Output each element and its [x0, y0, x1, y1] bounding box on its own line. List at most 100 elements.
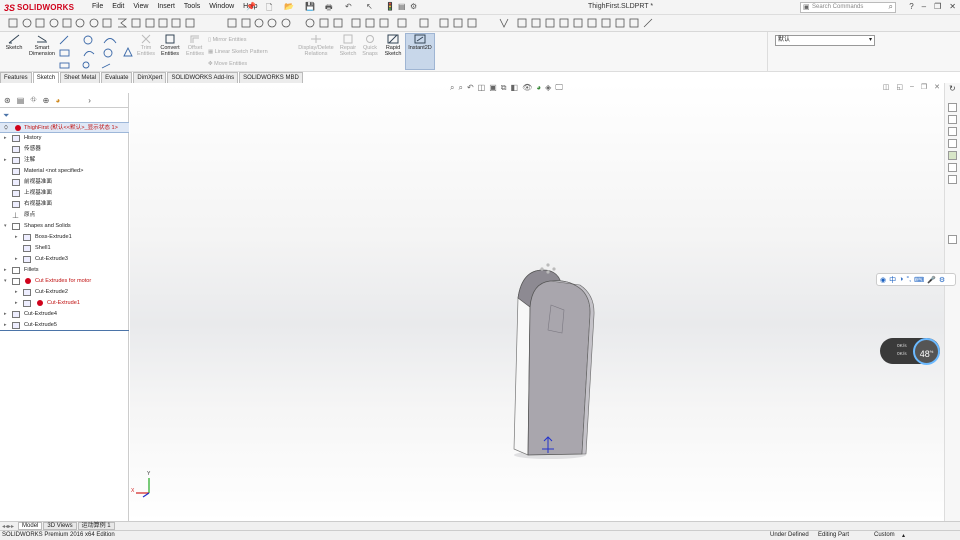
sketch-button[interactable]: Sketch: [3, 34, 25, 51]
dimxpert-manager-icon[interactable]: ⊕: [43, 96, 50, 105]
tree-item-front-plane[interactable]: 前视基准面: [0, 177, 129, 188]
expand-arrow-icon[interactable]: ▸: [4, 155, 7, 166]
select-icon[interactable]: ↖: [366, 2, 373, 12]
new-document-icon[interactable]: 🗋: [266, 2, 272, 12]
tab-dimxpert[interactable]: DimXpert: [133, 72, 167, 83]
graphics-area[interactable]: ⌕ ⌕ ↶ ◫ ▣ ⧉ ◧ 👁 ◕ ◈ 🖵 ◫ ◱ – ❐ ✕ Y X: [130, 83, 944, 521]
expand-arrow-icon[interactable]: ▸: [4, 265, 7, 276]
expand-arrow-icon[interactable]: ▸: [15, 232, 18, 243]
ime-logo-icon[interactable]: ◉: [880, 276, 886, 284]
help-icon[interactable]: ?: [909, 2, 913, 11]
menu-view[interactable]: View: [133, 3, 148, 10]
instant2d-button[interactable]: Instant2D: [405, 33, 435, 70]
search-icon[interactable]: ⌕: [889, 2, 893, 11]
filter-icon[interactable]: ⏷: [3, 111, 9, 121]
convert-entities-button[interactable]: Convert Entities: [158, 34, 182, 57]
open-icon[interactable]: 📂: [284, 2, 294, 12]
tree-item-cut-extrude3[interactable]: ▸ Cut-Extrude3: [0, 254, 129, 265]
view-palette-icon[interactable]: [948, 139, 957, 148]
repair-sketch-button[interactable]: Repair Sketch: [338, 34, 358, 57]
quick-snaps-button[interactable]: Quick Snaps: [360, 34, 380, 57]
input-method-toolbar[interactable]: ◉ 中 ◑ °, ⌨ 🎤 ⚙: [876, 273, 956, 286]
file-explorer-icon[interactable]: [948, 127, 957, 136]
menu-edit[interactable]: Edit: [112, 3, 124, 10]
tree-item-material[interactable]: Material <not specified>: [0, 166, 129, 177]
configuration-manager-icon[interactable]: ⛗: [30, 95, 36, 105]
print-icon[interactable]: 🖶: [325, 2, 333, 12]
menu-window[interactable]: Window: [209, 3, 234, 10]
solidworks-logo[interactable]: 3S SOLIDWORKS: [4, 1, 74, 14]
search-commands-input[interactable]: ▣ Search Commands ⌕: [800, 2, 896, 13]
solidworks-forum-icon[interactable]: [948, 175, 957, 184]
display-manager-icon[interactable]: ◕: [55, 96, 60, 105]
collapse-arrow-icon[interactable]: ▾: [4, 221, 7, 232]
ime-punctuation-icon[interactable]: °,: [906, 276, 911, 283]
tree-item-right-plane[interactable]: 右视基准面: [0, 199, 129, 210]
tab-model[interactable]: Model: [18, 522, 43, 530]
search-scope-icon[interactable]: ▣: [803, 3, 810, 12]
tree-item-origin[interactable]: ⊥ 原点: [0, 210, 129, 221]
expand-arrow-icon[interactable]: ▸: [4, 309, 7, 320]
task-pane-refresh-icon[interactable]: ↻: [949, 84, 956, 93]
part-model[interactable]: [130, 83, 944, 521]
tree-item-history[interactable]: ▸ History: [0, 133, 129, 144]
ime-mic-icon[interactable]: 🎤: [927, 276, 936, 284]
mirror-entities-button[interactable]: ▯ Mirror Entities: [208, 37, 246, 43]
tab-addins[interactable]: SOLIDWORKS Add-Ins: [167, 72, 239, 83]
smart-dimension-button[interactable]: Smart Dimension: [27, 34, 57, 57]
ime-language-icon[interactable]: 中: [889, 275, 896, 285]
expand-arrow-icon[interactable]: ▸: [15, 287, 18, 298]
pin-icon[interactable]: 📌: [246, 2, 256, 12]
tree-folder-shapes-and-solids[interactable]: ▾ Shapes and Solids: [0, 221, 129, 232]
tab-3d-views[interactable]: 3D Views: [43, 522, 77, 530]
tree-item-top-plane[interactable]: 上视基准面: [0, 188, 129, 199]
undo-icon[interactable]: ↶: [345, 2, 352, 12]
tab-scroll-arrows-icon[interactable]: ◂◂▸▸: [2, 523, 14, 530]
tree-item-cut-extrude2[interactable]: ▸ Cut-Extrude2: [0, 287, 129, 298]
tree-folder-cut-extrudes-for-motor[interactable]: ▾ Cut Extrudes for motor: [0, 276, 129, 287]
design-library-icon[interactable]: [948, 115, 957, 124]
units-chevron-icon[interactable]: ▴: [902, 532, 905, 539]
property-manager-icon[interactable]: ▤: [17, 96, 25, 105]
tree-item-boss-extrude1[interactable]: ▸ Boss-Extrude1: [0, 232, 129, 243]
menu-tools[interactable]: Tools: [184, 3, 200, 10]
tab-evaluate[interactable]: Evaluate: [101, 72, 133, 83]
rapid-sketch-button[interactable]: Rapid Sketch: [382, 34, 404, 57]
file-properties-icon[interactable]: ▤: [398, 2, 406, 12]
options-gear-icon[interactable]: ⚙: [410, 2, 417, 12]
tree-root[interactable]: ⛭ ThighFirst (默认<<默认>_显示状态 1>: [0, 122, 129, 133]
tree-item-annotations[interactable]: ▸ 注解: [0, 155, 129, 166]
expand-arrow-icon[interactable]: ▸: [4, 320, 7, 331]
offset-entities-button[interactable]: Offset Entities: [184, 34, 206, 57]
menu-insert[interactable]: Insert: [157, 3, 175, 10]
expand-panel-icon[interactable]: ›: [88, 96, 91, 105]
tab-mbd[interactable]: SOLIDWORKS MBD: [239, 72, 303, 83]
close-button[interactable]: ✕: [949, 2, 956, 11]
status-units[interactable]: Custom: [874, 532, 895, 538]
rebuild-icon[interactable]: 🚦: [385, 2, 395, 12]
configuration-select[interactable]: 默认 ▾: [775, 35, 875, 46]
display-delete-relations-button[interactable]: Display/Delete Relations: [296, 34, 336, 57]
sketch-tool-icon[interactable]: [948, 235, 957, 244]
collapse-arrow-icon[interactable]: ▾: [4, 276, 7, 287]
ime-moon-icon[interactable]: ◑: [899, 276, 903, 283]
restore-button[interactable]: ❐: [934, 2, 941, 11]
tree-item-cut-extrude5[interactable]: ▸ Cut-Extrude5: [0, 320, 129, 331]
tab-sheet-metal[interactable]: Sheet Metal: [60, 72, 101, 83]
expand-arrow-icon[interactable]: ▸: [4, 133, 7, 144]
trim-entities-button[interactable]: Trim Entities: [136, 34, 156, 57]
tree-item-sensors[interactable]: 传感器: [0, 144, 129, 155]
appearances-icon[interactable]: [948, 151, 957, 160]
move-entities-button[interactable]: ✥ Move Entities: [208, 61, 247, 67]
tree-folder-fillets[interactable]: ▸ Fillets: [0, 265, 129, 276]
ime-settings-icon[interactable]: ⚙: [939, 276, 945, 284]
solidworks-resources-icon[interactable]: [948, 103, 957, 112]
tree-item-cut-extrude4[interactable]: ▸ Cut-Extrude4: [0, 309, 129, 320]
expand-arrow-icon[interactable]: ▸: [15, 298, 18, 309]
save-icon[interactable]: 💾: [305, 2, 315, 12]
tree-item-shell1[interactable]: Shell1: [0, 243, 129, 254]
tab-features[interactable]: Features: [0, 72, 32, 83]
tree-item-cut-extrude1[interactable]: ▸ Cut-Extrude1: [0, 298, 129, 309]
custom-properties-icon[interactable]: [948, 163, 957, 172]
tab-sketch[interactable]: Sketch: [32, 72, 60, 83]
